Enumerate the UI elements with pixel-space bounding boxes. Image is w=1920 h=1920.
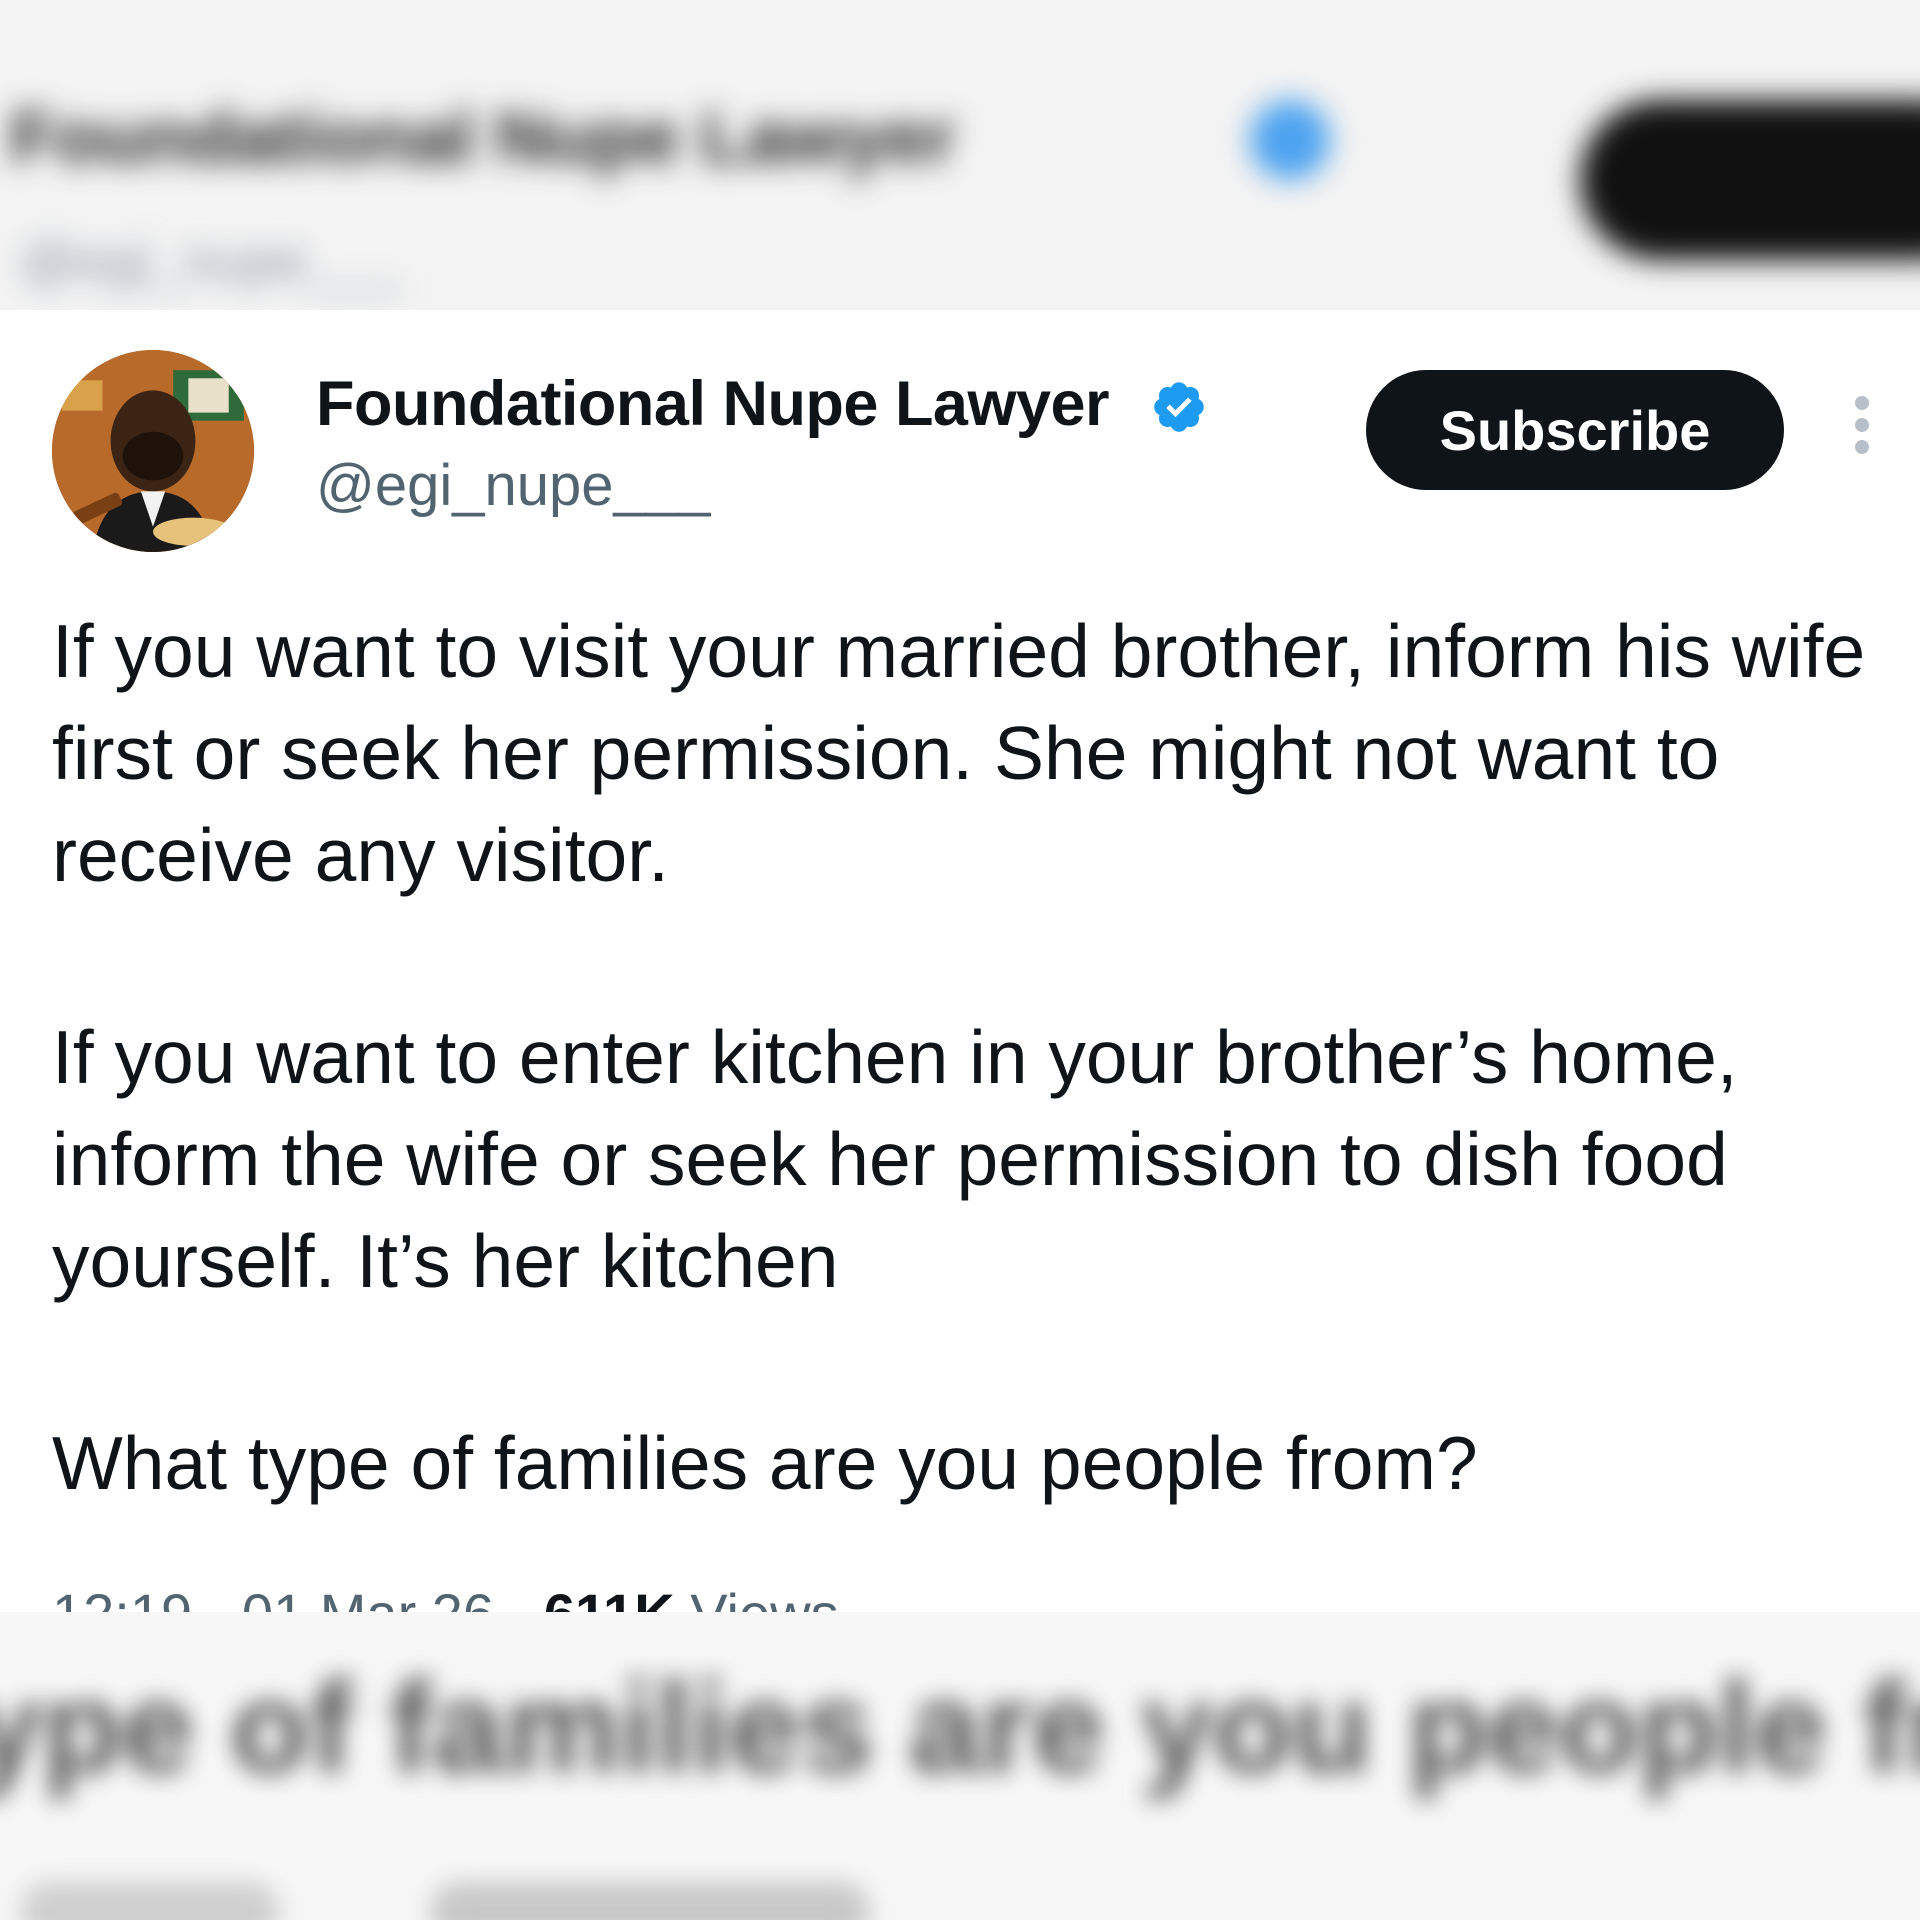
blurred-tweet-text: ype of families are you people from?	[0, 1654, 1920, 1800]
meta-separator: ·	[510, 1584, 544, 1614]
blurred-shape	[20, 1882, 280, 1920]
tweet-text: If you want to visit your married brothe…	[52, 600, 1892, 1514]
tweet-meta: 12:19 · 01 Mar 26 · 611K Views	[52, 1584, 952, 1614]
avatar-illustration-icon	[52, 350, 254, 552]
tweet-paragraph: What type of families are you people fro…	[52, 1421, 1478, 1505]
blurred-subscribe-button	[1580, 100, 1920, 260]
blurred-background-bottom: ype of families are you people from?	[0, 1612, 1920, 1920]
blurred-verified-badge	[1250, 100, 1330, 180]
blurred-background-top: Foundational Nupe Lawyer @egi_nupe___	[0, 0, 1920, 310]
more-vertical-icon-dot	[1855, 418, 1869, 432]
subscribe-button[interactable]: Subscribe	[1366, 370, 1784, 490]
views-count: 611K	[544, 1584, 675, 1614]
more-options-button[interactable]	[1842, 396, 1882, 466]
meta-separator: ·	[208, 1584, 242, 1614]
tweet-paragraph: If you want to enter kitchen in your bro…	[52, 1015, 1738, 1303]
author-display-name[interactable]: Foundational Nupe Lawyer	[316, 368, 1110, 440]
screenshot-canvas: Foundational Nupe Lawyer @egi_nupe___ Fo…	[0, 0, 1920, 1920]
tweet-paragraph: If you want to visit your married brothe…	[52, 609, 1866, 897]
blurred-display-name: Foundational Nupe Lawyer	[10, 96, 956, 179]
avatar[interactable]	[52, 350, 254, 552]
verified-badge-icon	[1154, 382, 1204, 432]
author-handle[interactable]: @egi_nupe___	[316, 452, 710, 519]
blurred-handle: @egi_nupe___	[20, 229, 401, 292]
more-vertical-icon-dot	[1855, 440, 1869, 454]
more-vertical-icon-dot	[1855, 396, 1869, 410]
views-label: Views	[690, 1584, 838, 1614]
tweet-date[interactable]: 01 Mar 26	[242, 1584, 494, 1614]
blurred-shape	[430, 1882, 870, 1920]
tweet-time[interactable]: 12:19	[52, 1584, 192, 1614]
